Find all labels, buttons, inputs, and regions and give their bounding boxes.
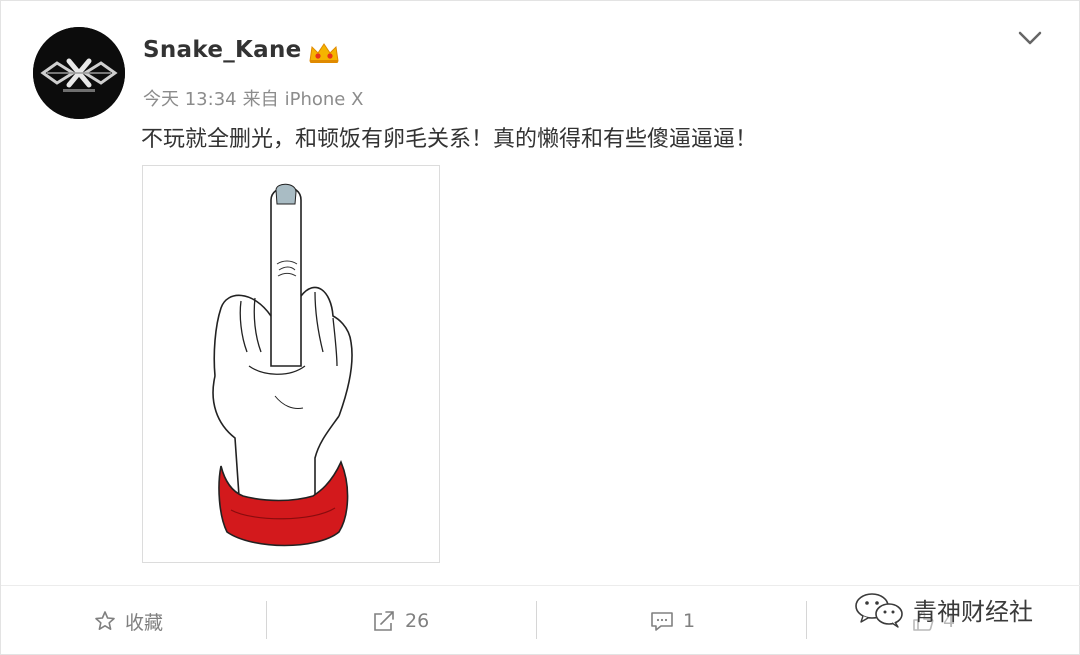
star-icon [95,611,115,630]
middle-finger-hand-image [212,183,353,547]
post-meta: 今天 13:34 来自 iPhone X [143,85,369,111]
post-timestamp[interactable]: 今天 13:34 [143,89,237,110]
weibo-post-card: Snake_Kane 今天 13:34 来自 iPhone X 不玩就全删光，和顿饭… [0,0,1080,655]
repost-count: 26 [405,610,430,632]
post-image[interactable] [142,165,440,563]
post-source-prefix: 来自 [242,89,279,110]
post-text: 不玩就全删光，和顿饭有卵毛关系！真的懒得和有些傻逼逼逼！ [141,127,758,152]
action-separator [266,601,267,639]
watermark: 青神财经社 [853,589,1033,629]
username[interactable]: Snake_Kane [143,37,302,63]
comment-button[interactable]: 1 [649,605,695,637]
xc-logo-icon [33,27,125,119]
action-separator [806,601,807,639]
favorite-label: 收藏 [125,611,164,634]
repost-icon [374,611,394,631]
comment-count: 1 [683,610,696,632]
post-source-device[interactable]: iPhone X [285,89,364,110]
divider [1,585,1080,586]
wechat-icon [855,593,903,628]
chevron-down-icon[interactable] [1015,25,1045,51]
repost-button[interactable]: 26 [371,605,429,637]
comment-icon [651,612,673,631]
favorite-button[interactable]: 收藏 [93,605,163,637]
crown-badge-icon[interactable] [307,41,341,65]
avatar[interactable] [33,27,125,119]
watermark-text: 青神财经社 [913,597,1033,626]
action-separator [536,601,537,639]
